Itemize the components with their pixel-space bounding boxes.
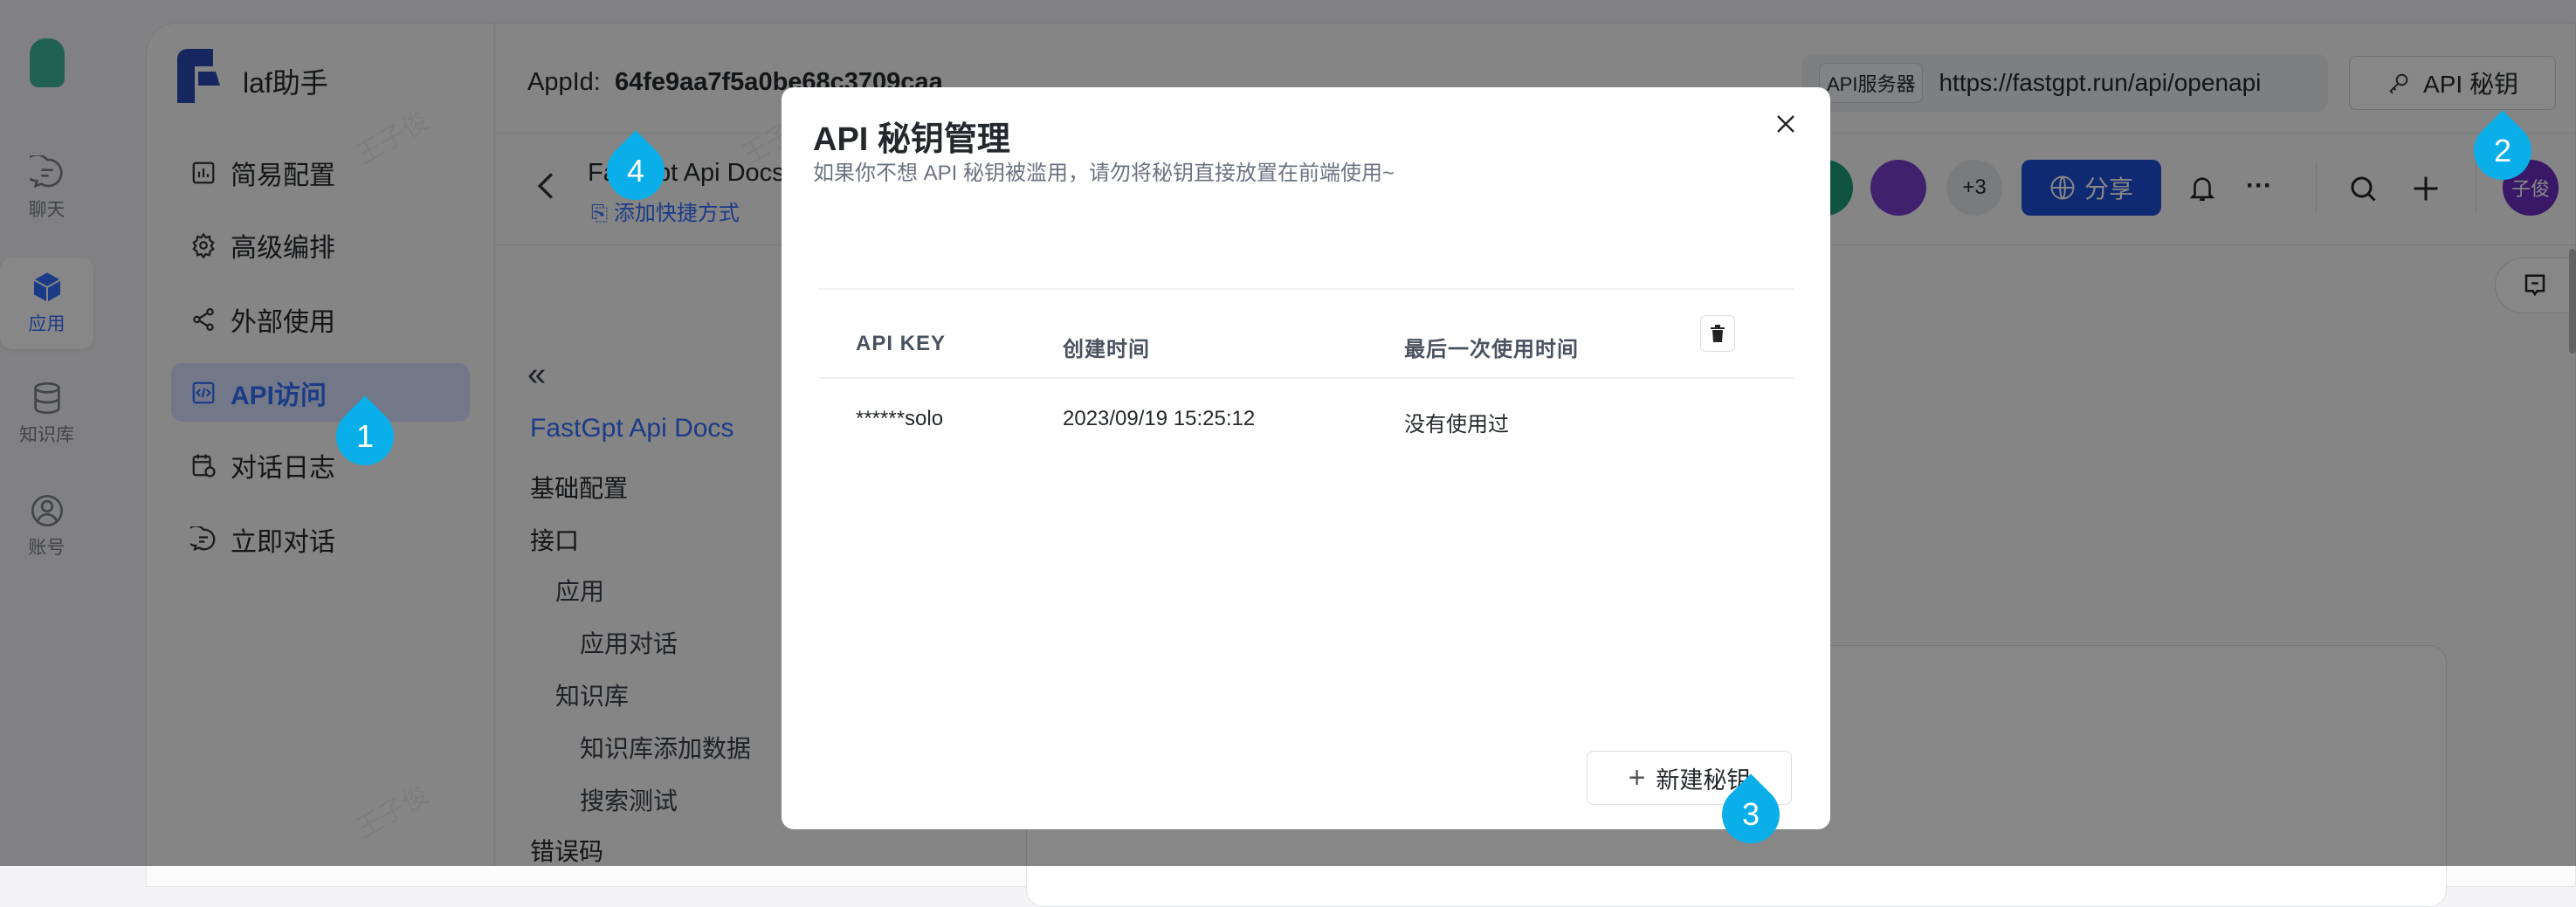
delete-key-button[interactable] xyxy=(1700,315,1735,352)
column-header: 最后一次使用时间 xyxy=(1404,338,1579,361)
column-header: 创建时间 xyxy=(1063,338,1150,361)
last-used-cell: 没有使用过 xyxy=(1404,413,1509,436)
close-icon[interactable] xyxy=(1775,113,1796,134)
table-divider xyxy=(818,377,1794,379)
trash-icon xyxy=(1711,325,1725,342)
modal-subtitle: 如果你不想 API 秘钥被滥用，请勿将秘钥直接放置在前端使用~ xyxy=(813,161,1395,185)
api-key-cell: ******solo xyxy=(856,407,944,430)
created-cell: 2023/09/19 15:25:12 xyxy=(1063,407,1256,430)
modal-title: API 秘钥管理 xyxy=(813,121,1010,158)
column-header: API KEY xyxy=(856,332,947,355)
api-key-modal: API 秘钥管理 如果你不想 API 秘钥被滥用，请勿将秘钥直接放置在前端使用~… xyxy=(782,87,1830,829)
table-divider xyxy=(818,288,1794,290)
plus-icon: + xyxy=(1628,760,1646,794)
